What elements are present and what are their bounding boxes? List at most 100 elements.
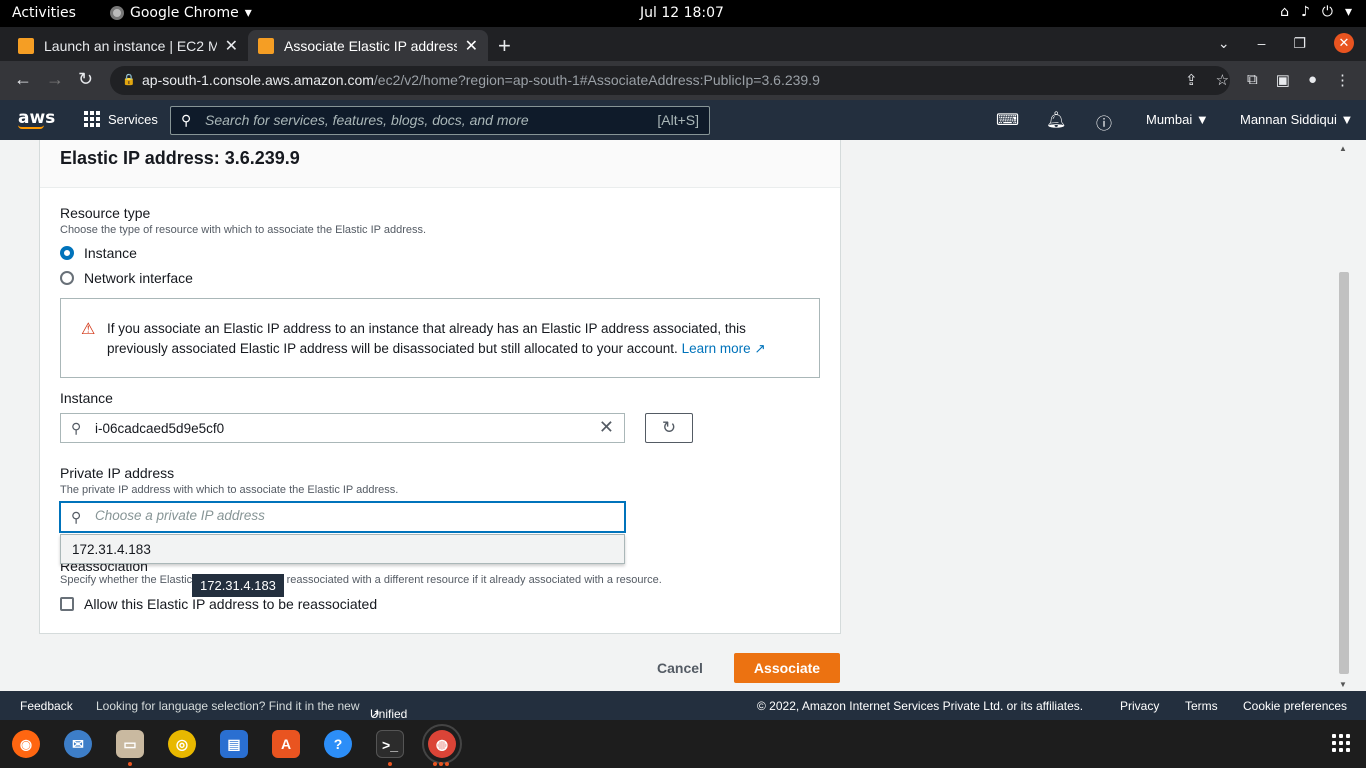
warning-triangle-icon: ⚠ (81, 321, 96, 338)
maximize-icon[interactable]: ❐ (1293, 35, 1306, 52)
volume-icon: ♪ (1300, 4, 1310, 20)
cookie-preferences-link[interactable]: Cookie preferences (1243, 699, 1347, 713)
external-link-icon: ↗ (370, 707, 381, 721)
search-icon: ⚲ (181, 112, 192, 128)
feedback-link[interactable]: Feedback (20, 699, 73, 713)
aws-favicon-icon (258, 37, 274, 54)
aws-top-nav: aws Services ⚲ Search for services, feat… (0, 100, 1366, 140)
clock[interactable]: Jul 12 18:07 (640, 5, 724, 21)
share-icon[interactable]: ⇪ (1185, 71, 1198, 89)
instance-value: i-06cadcaed5d9e5cf0 (95, 421, 225, 436)
system-tray[interactable]: ⌂ ♪ ⏻ ▾ (1280, 4, 1352, 20)
software-center-icon[interactable]: A (272, 730, 300, 758)
reassociation-checkbox-label: Allow this Elastic IP address to be reas… (84, 596, 378, 612)
thunderbird-icon[interactable]: ✉ (64, 730, 92, 758)
scroll-down-arrow-icon[interactable]: ▼ (1339, 680, 1347, 689)
window-controls: ⌄ – ❐ ✕ (1218, 33, 1354, 53)
clear-icon[interactable]: ✕ (599, 417, 614, 438)
reassociation-description: Specify whether the Elastic IP address c… (60, 574, 662, 586)
back-arrow-icon[interactable]: ← (14, 69, 32, 90)
resource-type-label: Resource type (60, 205, 151, 221)
help-icon[interactable]: ? (324, 730, 352, 758)
app-name: Google Chrome (130, 5, 239, 21)
warning-alert: ⚠ If you associate an Elastic IP address… (60, 298, 820, 378)
browser-toolbar: ← → ↻ 🔒 ap-south-1.console.aws.amazon.co… (0, 61, 1366, 100)
url-path: /ec2/v2/home?region=ap-south-1#Associate… (373, 72, 820, 88)
warning-text: If you associate an Elastic IP address t… (107, 319, 807, 359)
rhythmbox-icon[interactable]: ◎ (168, 730, 196, 758)
tab-title: Associate Elastic IP address | EC2 Manag… (284, 37, 457, 54)
caret-down-icon: ▾ (1344, 4, 1352, 20)
associate-button[interactable]: Associate (734, 653, 840, 683)
files-icon[interactable]: ▭ (116, 730, 144, 758)
radio-network-interface-label: Network interface (84, 270, 193, 286)
chrome-icon[interactable]: ◍ (422, 724, 462, 764)
activities-button[interactable]: Activities (12, 5, 76, 21)
address-bar[interactable]: 🔒 ap-south-1.console.aws.amazon.com/ec2/… (110, 66, 1230, 95)
refresh-button[interactable]: ↻ (645, 413, 693, 443)
external-link-icon: ↗ (754, 341, 766, 356)
power-icon: ⏻ (1321, 4, 1333, 20)
language-note: Looking for language selection? Find it … (96, 699, 360, 713)
region-selector[interactable]: Mumbai ▼ (1146, 112, 1209, 127)
window-close-icon[interactable]: ✕ (1334, 33, 1354, 53)
close-icon[interactable]: ✕ (225, 36, 238, 56)
extensions-puzzle-icon[interactable]: ⧉ (1247, 71, 1258, 89)
private-ip-text-input[interactable] (95, 508, 595, 523)
reassociation-checkbox[interactable]: Allow this Elastic IP address to be reas… (60, 596, 377, 612)
associate-address-panel: Elastic IP address: 3.6.239.9 Resource t… (39, 140, 841, 634)
grid-icon (84, 111, 100, 127)
help-icon[interactable]: ⓘ (1096, 110, 1112, 134)
private-ip-description: The private IP address with which to ass… (60, 484, 399, 496)
main-content: Elastic IP address: 3.6.239.9 Resource t… (0, 140, 1366, 691)
aws-favicon-icon (18, 37, 34, 54)
terminal-icon[interactable]: >_ (376, 730, 404, 758)
cancel-button[interactable]: Cancel (640, 653, 720, 683)
chrome-icon (110, 6, 124, 20)
radio-network-interface[interactable]: Network interface (60, 270, 193, 286)
checkbox-unchecked-icon (60, 597, 74, 611)
caret-down-icon: ▾ (244, 5, 252, 21)
show-applications-grid-icon[interactable] (1332, 734, 1350, 752)
firefox-icon[interactable]: ◉ (12, 730, 40, 758)
account-menu[interactable]: Mannan Siddiqui ▼ (1240, 112, 1353, 127)
instance-input[interactable]: ⚲ i-06cadcaed5d9e5cf0 ✕ (60, 413, 625, 443)
page-scrollbar[interactable]: ▲ ▼ (1338, 144, 1350, 689)
instance-label: Instance (60, 390, 113, 406)
scroll-up-arrow-icon[interactable]: ▲ (1339, 144, 1347, 153)
aws-search-input[interactable]: ⚲ Search for services, features, blogs, … (170, 106, 710, 135)
resource-type-description: Choose the type of resource with which t… (60, 224, 427, 236)
radio-instance[interactable]: Instance (60, 245, 137, 261)
privacy-link[interactable]: Privacy (1120, 699, 1159, 713)
forward-arrow-icon[interactable]: → (46, 69, 64, 90)
aws-footer: Feedback Looking for language selection?… (0, 691, 1366, 735)
minimize-icon[interactable]: – (1258, 35, 1266, 51)
option-tooltip: 172.31.4.183 (192, 574, 284, 597)
new-tab-plus-icon[interactable]: + (498, 33, 511, 59)
scrollbar-thumb[interactable] (1339, 272, 1349, 674)
writer-icon[interactable]: ▤ (220, 730, 248, 758)
tab-associate-elastic-ip[interactable]: Associate Elastic IP address | EC2 Manag… (248, 30, 488, 61)
notifications-bell-icon[interactable]: 🔔︎ (1046, 110, 1066, 130)
private-ip-option[interactable]: 172.31.4.183 (60, 534, 625, 564)
cloudshell-icon[interactable]: ⌨ (996, 110, 1019, 130)
bookmark-star-icon[interactable]: ☆ (1216, 71, 1229, 89)
services-menu[interactable]: Services (84, 111, 158, 127)
radio-selected-icon (60, 246, 74, 260)
search-shortcut: [Alt+S] (657, 112, 699, 128)
kebab-menu-icon[interactable]: ⋮ (1335, 71, 1350, 89)
tab-launch-instance[interactable]: Launch an instance | EC2 Management Cons… (8, 30, 248, 61)
learn-more-link[interactable]: Learn more ↗ (682, 341, 766, 356)
private-ip-input[interactable]: ⚲ (60, 502, 625, 532)
profile-avatar-icon[interactable]: ● (1308, 71, 1317, 89)
search-placeholder: Search for services, features, blogs, do… (205, 112, 529, 128)
side-panel-icon[interactable]: ▣ (1276, 71, 1290, 89)
chevron-down-icon[interactable]: ⌄ (1218, 35, 1230, 52)
aws-logo[interactable]: aws (18, 108, 55, 129)
app-menu[interactable]: Google Chrome ▾ (110, 5, 252, 21)
close-icon[interactable]: ✕ (465, 36, 478, 56)
reload-icon[interactable]: ↻ (78, 69, 93, 90)
panel-title: Elastic IP address: 3.6.239.9 (40, 140, 840, 188)
terms-link[interactable]: Terms (1185, 699, 1218, 713)
running-indicator (388, 762, 392, 766)
